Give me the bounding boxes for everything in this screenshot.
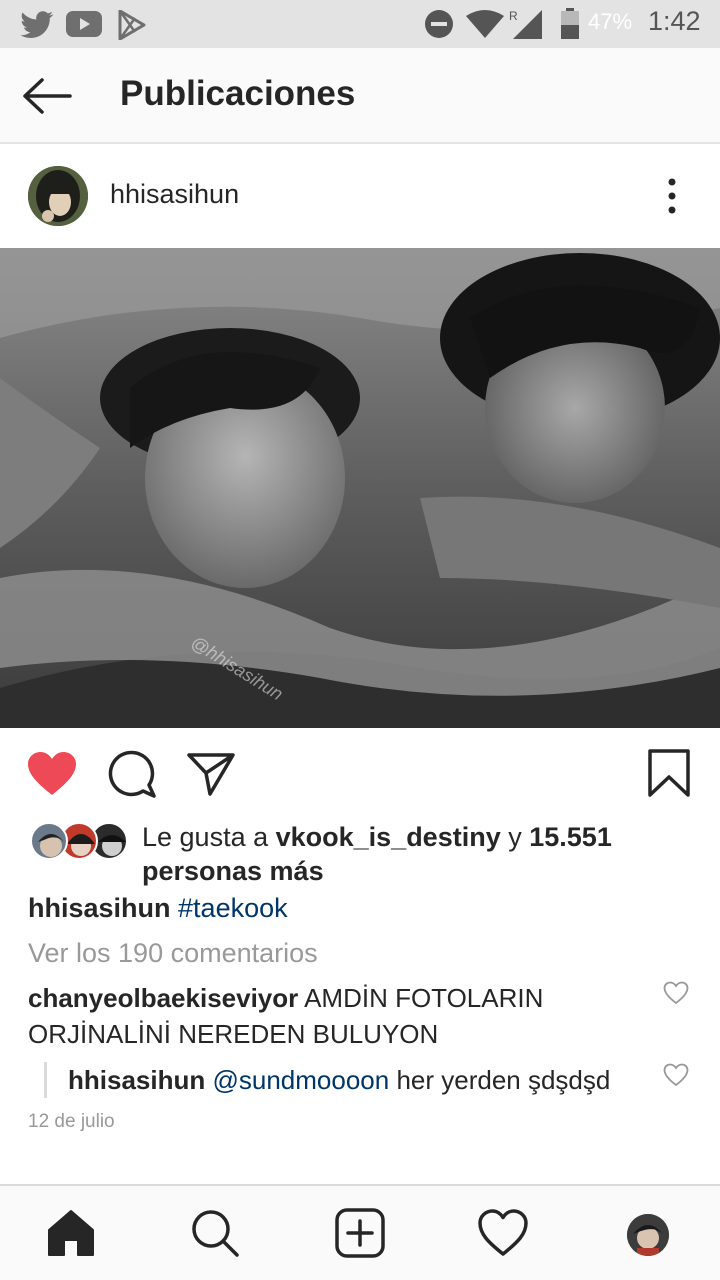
reply-indent-bar: [44, 1062, 47, 1098]
wifi-icon: [466, 10, 504, 38]
like-heart-icon[interactable]: [27, 751, 77, 797]
post-author-username[interactable]: hhisasihun: [110, 179, 239, 210]
twitter-icon: [20, 11, 54, 39]
post-photo[interactable]: [0, 248, 720, 728]
more-options-icon[interactable]: [660, 176, 684, 216]
likes-joiner: y: [500, 822, 530, 852]
caption-username[interactable]: hhisasihun: [28, 893, 171, 923]
clock: 1:42: [648, 6, 701, 36]
caption-hashtag[interactable]: #taekook: [178, 893, 288, 923]
reply-username[interactable]: hhisasihun: [68, 1065, 205, 1095]
likes-count[interactable]: 15.551: [529, 822, 612, 852]
play-store-icon: [118, 10, 146, 40]
avatar-image: [28, 166, 88, 226]
svg-text:R: R: [509, 9, 518, 23]
search-icon[interactable]: [190, 1208, 240, 1258]
comment-bubble-icon[interactable]: [108, 750, 156, 798]
reply-mention[interactable]: @sundmoooon: [212, 1065, 389, 1095]
reply-like-heart-icon[interactable]: [663, 1063, 689, 1087]
battery-percent: 47%: [588, 9, 633, 34]
comment-item: chanyeolbaekiseviyor AMDİN FOTOLARIN ORJ…: [28, 980, 638, 1052]
photo-illustration: [0, 248, 720, 728]
likes-summary[interactable]: Le gusta a vkook_is_destiny y 15.551 pers…: [142, 820, 702, 888]
bottom-navigation: [0, 1184, 720, 1280]
post-author-avatar[interactable]: [28, 166, 88, 226]
comment-like-heart-icon[interactable]: [663, 981, 689, 1005]
status-bar: R 47% 1:42: [0, 0, 720, 48]
reply-item: hhisasihun @sundmoooon her yerden şdşdşd: [68, 1062, 658, 1098]
reply-text: her yerden şdşdşd: [396, 1065, 611, 1095]
app-header: Publicaciones: [0, 48, 720, 144]
comment-username[interactable]: chanyeolbaekiseviyor: [28, 983, 298, 1013]
bookmark-save-icon[interactable]: [647, 749, 691, 797]
view-all-comments-link[interactable]: Ver los 190 comentarios: [28, 938, 318, 969]
post-caption: hhisasihun #taekook: [28, 893, 288, 924]
home-icon[interactable]: [46, 1208, 96, 1258]
do-not-disturb-icon: [425, 10, 453, 38]
battery-icon: [561, 8, 579, 39]
new-post-icon[interactable]: [335, 1208, 385, 1258]
post-header: hhisasihun: [0, 146, 720, 246]
likes-suffix[interactable]: personas más: [142, 856, 324, 886]
activity-heart-icon[interactable]: [478, 1208, 528, 1258]
likes-user[interactable]: vkook_is_destiny: [276, 822, 501, 852]
liker-avatar: [30, 822, 68, 860]
signal-icon: R: [509, 9, 542, 39]
back-arrow-icon[interactable]: [20, 76, 74, 116]
liker-avatars[interactable]: [30, 822, 130, 862]
likes-prefix: Le gusta a: [142, 822, 276, 852]
youtube-icon: [66, 11, 102, 37]
profile-avatar-image: [627, 1214, 669, 1256]
profile-avatar[interactable]: [627, 1214, 669, 1256]
page-title: Publicaciones: [120, 74, 356, 113]
share-send-icon[interactable]: [186, 751, 236, 797]
post-date: 12 de julio: [28, 1111, 115, 1132]
